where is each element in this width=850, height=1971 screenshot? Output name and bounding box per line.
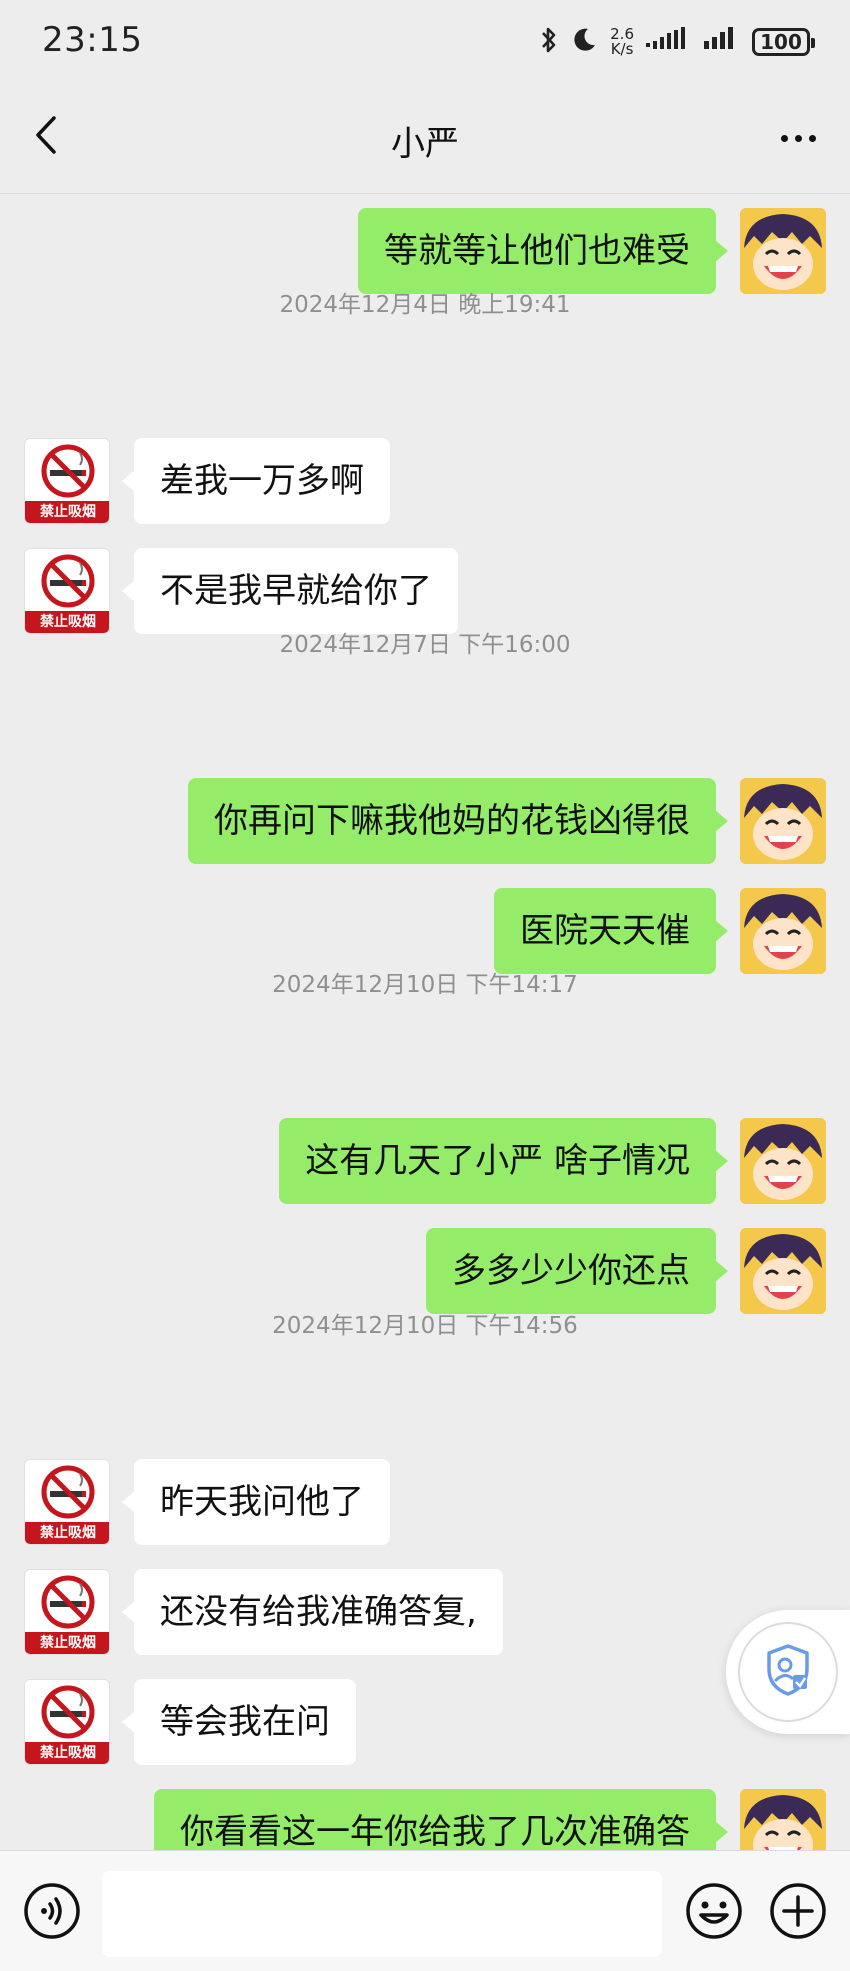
message-bubble-self[interactable]: 医院天天催 [494, 888, 728, 974]
status-bar: 23:15 2.6 K/s 100 [0, 0, 850, 82]
floating-shield-button[interactable] [726, 1610, 850, 1734]
network-speed-unit: K/s [610, 40, 634, 58]
no-smoking-icon[interactable]: 禁止吸烟 [24, 1569, 110, 1655]
no-smoking-icon[interactable]: 禁止吸烟 [24, 548, 110, 634]
no-smoking-sign [25, 1570, 109, 1634]
status-time: 23:15 [42, 20, 143, 60]
voice-icon [22, 1883, 82, 1945]
message-row: 你看看这一年你给我了几次准确答 [0, 1789, 850, 1850]
bluetooth-icon [540, 25, 558, 59]
message-bubble-self[interactable]: 你看看这一年你给我了几次准确答 [154, 1789, 728, 1850]
chat-title: 小严 [391, 124, 459, 164]
plus-button[interactable] [768, 1881, 828, 1941]
message-row: 禁止吸烟 差我一万多啊 [0, 438, 850, 524]
message-bubble-self[interactable]: 你再问下嘛我他妈的花钱凶得很 [188, 778, 728, 864]
message-row: 禁止吸烟 还没有给我准确答复, [0, 1569, 850, 1655]
message-timestamp: 2024年12月4日 晚上19:41 [279, 292, 571, 318]
cartoon-avatar-icon[interactable] [740, 778, 826, 864]
no-smoking-icon[interactable]: 禁止吸烟 [24, 1459, 110, 1545]
cartoon-avatar-icon[interactable] [740, 1118, 826, 1204]
message-row: 禁止吸烟 等会我在问 [0, 1679, 850, 1765]
cartoon-avatar-icon[interactable] [740, 1228, 826, 1314]
more-dot [780, 134, 788, 142]
voice-button[interactable] [22, 1881, 82, 1941]
network-speed: 2.6 K/s [610, 27, 634, 57]
no-smoking-sign [25, 1680, 109, 1744]
message-bubble-self[interactable]: 多多少少你还点 [426, 1228, 728, 1314]
more-dot [808, 134, 816, 142]
no-smoking-sign [25, 1460, 109, 1524]
no-smoking-sign [25, 549, 109, 613]
message-row: 禁止吸烟 昨天我问他了 [0, 1459, 850, 1545]
message-bubble-self[interactable]: 等就等让他们也难受 [358, 208, 728, 294]
message-row: 等就等让他们也难受 [0, 208, 850, 294]
no-smoking-label: 禁止吸烟 [25, 1632, 109, 1654]
floating-shield-ring [738, 1622, 838, 1722]
cartoon-avatar-icon[interactable] [740, 888, 826, 974]
cartoon-avatar-icon[interactable] [740, 1789, 826, 1850]
signal-icon [704, 27, 740, 57]
message-bubble-self[interactable]: 这有几天了小严 啥子情况 [279, 1118, 728, 1204]
message-bubble-other[interactable]: 昨天我问他了 [122, 1459, 390, 1545]
message-bubble-other[interactable]: 还没有给我准确答复, [122, 1569, 503, 1655]
chat-header: 小严 [0, 82, 850, 194]
emoji-icon [684, 1883, 744, 1945]
message-row: 医院天天催 [0, 888, 850, 974]
message-timestamp: 2024年12月10日 下午14:17 [272, 972, 578, 998]
battery-indicator: 100 [752, 28, 815, 56]
message-bubble-other[interactable]: 差我一万多啊 [122, 438, 390, 524]
message-timestamp: 2024年12月10日 下午14:56 [272, 1313, 578, 1339]
no-smoking-label: 禁止吸烟 [25, 501, 109, 523]
message-bubble-other[interactable]: 不是我早就给你了 [122, 548, 458, 634]
more-dot [794, 134, 802, 142]
input-bar [0, 1850, 850, 1971]
message-list[interactable]: 等就等让他们也难受 2024年12月4日 晚上19:41 禁止吸烟 差我一万多啊… [0, 195, 850, 1850]
message-row: 禁止吸烟 不是我早就给你了 [0, 548, 850, 634]
message-input[interactable] [102, 1871, 662, 1957]
signal-icon [646, 27, 692, 57]
no-smoking-icon[interactable]: 禁止吸烟 [24, 1679, 110, 1765]
message-bubble-other[interactable]: 等会我在问 [122, 1679, 356, 1765]
message-row: 你再问下嘛我他妈的花钱凶得很 [0, 778, 850, 864]
message-row: 多多少少你还点 [0, 1228, 850, 1314]
status-icons: 2.6 K/s 100 [540, 22, 815, 62]
no-smoking-sign [25, 439, 109, 503]
moon-icon [570, 26, 598, 58]
shield-user-icon [763, 1643, 813, 1701]
message-row: 这有几天了小严 啥子情况 [0, 1118, 850, 1204]
emoji-button[interactable] [684, 1881, 744, 1941]
no-smoking-icon[interactable]: 禁止吸烟 [24, 438, 110, 524]
no-smoking-label: 禁止吸烟 [25, 1522, 109, 1544]
message-timestamp: 2024年12月7日 下午16:00 [279, 632, 571, 658]
plus-circle-icon [768, 1883, 828, 1945]
more-button[interactable] [770, 118, 826, 158]
no-smoking-label: 禁止吸烟 [25, 1742, 109, 1764]
cartoon-avatar-icon[interactable] [740, 208, 826, 294]
